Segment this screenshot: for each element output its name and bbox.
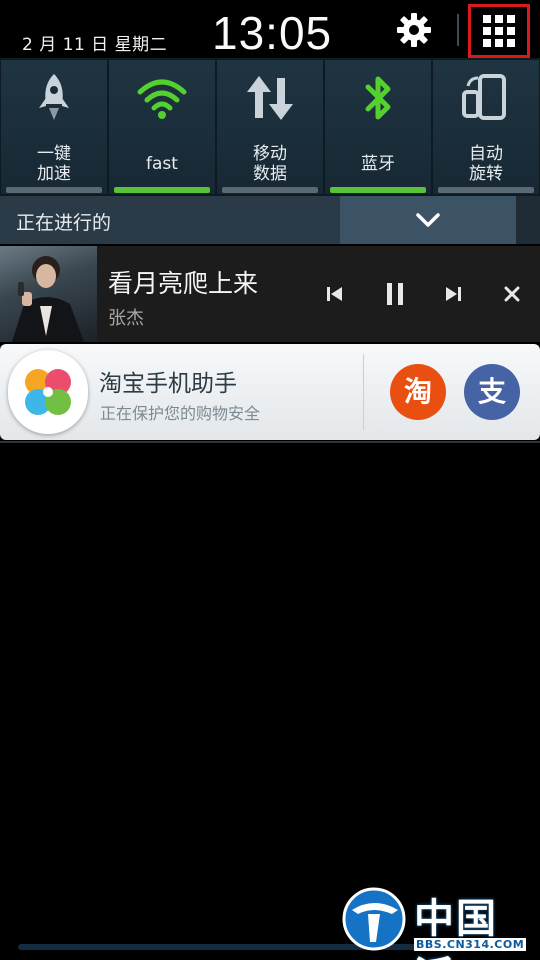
toggle-mobile-data-indicator — [222, 187, 318, 193]
ongoing-label: 正在进行的 — [16, 212, 112, 234]
notifications-bottom-rule — [0, 441, 540, 443]
rocket-icon — [39, 74, 69, 120]
alipay-button[interactable]: 支 — [464, 364, 520, 420]
toggle-auto-rotate-line1: 自动 — [469, 144, 503, 164]
toggle-wifi[interactable]: fast — [109, 60, 215, 194]
watermark: 中国派 BBS.CN314.COM — [340, 886, 536, 960]
toggle-auto-rotate-indicator — [438, 187, 534, 193]
taobao-assistant-logo — [8, 350, 88, 434]
taobao-assistant-notification[interactable]: 淘宝手机助手 正在保护您的购物安全 淘 支 — [0, 344, 540, 440]
toggle-bluetooth-indicator — [330, 187, 426, 193]
quick-settings-panel: 一键 加速 fast 移动 数据 蓝牙 自动 旋转 — [0, 58, 540, 196]
pause-button[interactable] — [379, 278, 411, 310]
previous-track-button[interactable] — [318, 278, 350, 310]
toggle-mobile-data-line2: 数据 — [253, 164, 287, 184]
toggle-bluetooth[interactable]: 蓝牙 — [325, 60, 431, 194]
toggle-mobile-data[interactable]: 移动 数据 — [217, 60, 323, 194]
settings-gear-icon[interactable] — [396, 12, 432, 48]
clock: 13:05 — [212, 7, 333, 59]
grid-icon — [483, 15, 515, 47]
taobao-subtitle: 正在保护您的购物安全 — [100, 404, 261, 423]
bluetooth-icon — [365, 76, 391, 120]
watermark-logo-icon — [342, 887, 406, 951]
toggle-boost-line2: 加速 — [37, 164, 71, 184]
chevron-down-icon — [416, 213, 440, 227]
toggle-wifi-indicator — [114, 187, 210, 193]
song-artist: 张杰 — [108, 308, 144, 329]
skip-next-icon — [446, 287, 461, 301]
toggle-auto-rotate[interactable]: 自动 旋转 — [433, 60, 539, 194]
pause-icon — [387, 283, 403, 305]
toggle-mobile-data-line1: 移动 — [253, 144, 287, 164]
toggle-boost-line1: 一键 — [37, 144, 71, 164]
close-icon — [504, 286, 520, 302]
skip-previous-icon — [327, 287, 342, 301]
taobao-separator — [363, 354, 364, 430]
taobao-title: 淘宝手机助手 — [99, 371, 237, 397]
expand-button[interactable] — [340, 196, 516, 244]
toggle-auto-rotate-line2: 旋转 — [469, 164, 503, 184]
toggle-bluetooth-label: 蓝牙 — [361, 154, 395, 174]
music-notification[interactable]: 看月亮爬上来 张杰 — [0, 246, 540, 342]
watermark-url: BBS.CN314.COM — [414, 938, 527, 951]
all-toggles-grid-button[interactable] — [468, 4, 530, 58]
taobao-button[interactable]: 淘 — [390, 364, 446, 420]
ongoing-section-header: 正在进行的 — [0, 196, 540, 244]
toggle-wifi-label: fast — [146, 154, 178, 174]
auto-rotate-icon — [462, 74, 506, 120]
next-track-button[interactable] — [438, 278, 470, 310]
album-art — [0, 246, 97, 342]
toggle-boost-indicator — [6, 187, 102, 193]
ongoing-edge — [516, 196, 540, 244]
wifi-icon — [137, 79, 187, 119]
toggle-boost[interactable]: 一键 加速 — [1, 60, 107, 194]
status-header: 2 月 11 日 星期二 13:05 — [0, 0, 540, 59]
header-divider — [457, 14, 459, 46]
close-music-button[interactable] — [496, 278, 528, 310]
song-title: 看月亮爬上来 — [108, 269, 259, 298]
mobile-data-icon — [247, 76, 293, 120]
date-label: 2 月 11 日 星期二 — [22, 35, 168, 55]
